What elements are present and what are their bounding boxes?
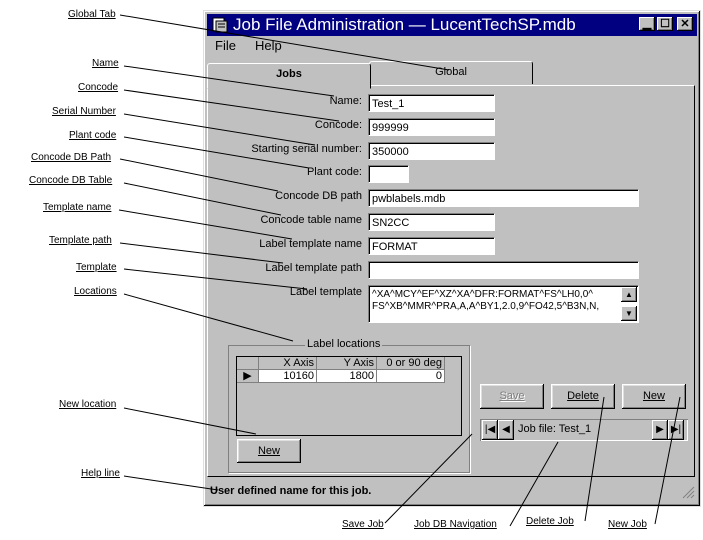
next-record-icon[interactable]: ▶ [652, 420, 668, 440]
grid-corner [237, 357, 259, 370]
db-path-label: Concode DB path [275, 190, 362, 202]
plant-code-label: Plant code: [306, 166, 362, 178]
plant-code-field[interactable] [368, 165, 409, 183]
column-header[interactable]: X Axis [259, 357, 317, 370]
template-path-field[interactable] [368, 261, 639, 279]
template-line-1: ^XA^MCY^EF^XZ^XA^DFR:FORMAT^FS^LH0,0^ [372, 289, 593, 300]
column-header[interactable]: Y Axis [317, 357, 377, 370]
title-bar[interactable]: Job File Administration — LucentTechSP.m… [207, 14, 697, 36]
callout-new-location: New location [59, 399, 117, 410]
template-line-2: FS^XB^MMR^PRA,A,A^BY1,2.0,9^FO42,5^B3N,N… [372, 301, 600, 312]
callout-global-tab: Global Tab [68, 9, 116, 20]
app-icon [212, 17, 228, 33]
job-navigator: |◀ ◀ Job file: Test_1 ▶ ▶| [480, 419, 688, 441]
menu-file[interactable]: File [215, 38, 236, 53]
callout-concode-db-table: Concode DB Table [29, 175, 113, 186]
callout-concode: Concode [78, 82, 119, 93]
template-name-label: Label template name [259, 238, 362, 250]
callout-delete-job: Delete Job [526, 516, 574, 527]
callout-serial-number: Serial Number [52, 106, 116, 117]
callout-concode-db-path: Concode DB Path [31, 152, 112, 163]
callout-help-line: Help line [81, 468, 120, 479]
scroll-up-button[interactable]: ▲ [621, 287, 637, 302]
db-path-field[interactable]: pwblabels.mdb [368, 189, 639, 207]
tab-jobs[interactable]: Jobs [207, 63, 371, 89]
column-header[interactable]: 0 or 90 deg [377, 357, 445, 370]
callout-save-job: Save Job [342, 519, 384, 530]
delete-button[interactable]: Delete [551, 384, 615, 409]
name-field[interactable]: Test_1 [368, 94, 495, 112]
close-button[interactable]: ✕ [677, 17, 693, 31]
status-bar: User defined name for this job. [207, 481, 697, 501]
name-label: Name: [329, 95, 362, 107]
window-title: Job File Administration — LucentTechSP.m… [233, 15, 576, 34]
prev-record-icon[interactable]: ◀ [498, 420, 514, 440]
tab-global[interactable]: Global [369, 61, 533, 84]
locations-grid[interactable]: X Axis Y Axis 0 or 90 deg ▶ 10160 1800 0 [236, 356, 462, 436]
callout-new-job: New Job [608, 519, 647, 530]
callout-template-name: Template name [43, 202, 112, 213]
save-button[interactable]: Save [480, 384, 544, 409]
last-record-icon[interactable]: ▶| [668, 420, 684, 440]
template-label: Label template [289, 286, 362, 298]
concode-label: Concode: [314, 119, 362, 131]
new-job-button[interactable]: New [622, 384, 686, 409]
table-name-label: Concode table name [260, 214, 362, 226]
callout-template: Template [76, 262, 117, 273]
minimize-button[interactable]: ▁ [639, 17, 655, 31]
label-locations-group: Label locations X Axis Y Axis 0 or 90 de… [228, 338, 470, 473]
callout-job-db-navigation: Job DB Navigation [414, 519, 497, 530]
template-path-label: Label template path [265, 262, 362, 274]
cell-degree[interactable]: 0 [377, 370, 445, 383]
callout-plant-code: Plant code [69, 130, 117, 141]
new-location-button[interactable]: New [237, 439, 301, 463]
cell-y-axis[interactable]: 1800 [317, 370, 377, 383]
template-name-field[interactable]: FORMAT [368, 237, 495, 255]
scroll-down-button[interactable]: ▼ [621, 306, 637, 321]
jobs-panel: Name: Test_1 Concode: 999999 Starting se… [207, 85, 695, 477]
callout-template-path: Template path [49, 235, 112, 246]
serial-label: Starting serial number: [251, 143, 362, 155]
callout-locations: Locations [74, 286, 117, 297]
help-line-text: User defined name for this job. [210, 485, 372, 497]
navigator-label: Job file: Test_1 [518, 423, 592, 435]
cell-x-axis[interactable]: 10160 [259, 370, 317, 383]
template-textarea[interactable]: ^XA^MCY^EF^XZ^XA^DFR:FORMAT^FS^LH0,0^ FS… [368, 285, 639, 323]
callout-name: Name [92, 58, 119, 69]
row-selector-icon[interactable]: ▶ [237, 370, 259, 383]
maximize-button[interactable]: ☐ [657, 17, 673, 31]
app-window: Job File Administration — LucentTechSP.m… [203, 10, 701, 507]
label-locations-title: Label locations [305, 338, 383, 350]
menu-help[interactable]: Help [255, 38, 282, 53]
table-name-field[interactable]: SN2CC [368, 213, 495, 231]
serial-field[interactable]: 350000 [368, 142, 495, 160]
menu-bar: File Help [207, 36, 697, 54]
resize-grip-icon[interactable] [681, 485, 695, 499]
concode-field[interactable]: 999999 [368, 118, 495, 136]
first-record-icon[interactable]: |◀ [482, 420, 498, 440]
